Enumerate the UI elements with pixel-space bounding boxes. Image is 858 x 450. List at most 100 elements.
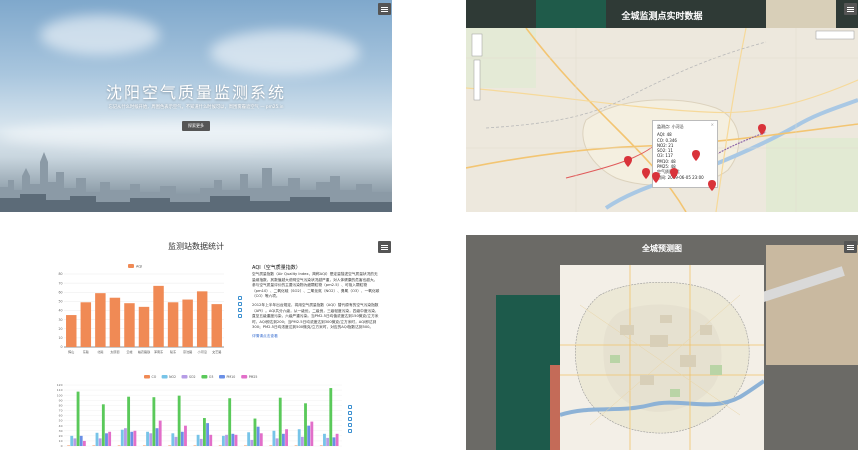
pollutant-bar: [206, 423, 210, 446]
pollutant-bar: [269, 445, 273, 446]
pollutant-bar: [285, 429, 288, 446]
legend-swatch: [161, 375, 168, 379]
pollutant-bar: [234, 434, 238, 446]
menu-icon[interactable]: [844, 3, 857, 15]
legend-swatch: [144, 375, 150, 379]
pollutant-bar: [218, 445, 222, 446]
prediction-map[interactable]: [559, 265, 766, 450]
pollutant-bar: [278, 397, 282, 446]
x-tick-label: 东陵: [83, 349, 89, 354]
pollutant-bar: [326, 437, 330, 446]
explore-more-button[interactable]: 探索更多: [182, 121, 210, 131]
hero-title: 沈阳空气质量监测系统: [105, 83, 286, 102]
y-tick-label: 10: [58, 336, 62, 340]
pollutant-bar: [256, 426, 260, 446]
pollutant-bar: [319, 445, 323, 446]
y-tick-label: 110: [57, 388, 63, 392]
pollutant-bar: [133, 430, 137, 446]
map-marker-icon: [758, 124, 766, 135]
pollutant-bar: [259, 433, 263, 446]
pollutant-bar: [127, 396, 131, 446]
pollutant-bar: [231, 433, 235, 446]
aqi-bar: [109, 297, 121, 347]
pollutant-bar: [184, 425, 187, 446]
y-tick-label: 80: [58, 272, 62, 276]
chart-toolbox: [348, 405, 352, 433]
refresh-icon[interactable]: [348, 423, 352, 427]
map-marker-icon: [708, 180, 716, 191]
prediction-title: 全城预测图: [642, 244, 682, 253]
y-tick-label: 60: [59, 414, 63, 418]
aqi-heading: AQI（空气质量指数）: [252, 265, 301, 271]
pollutant-bar: [310, 421, 314, 446]
x-tick-label: 裕农路铁: [138, 349, 150, 354]
aqi-bar: [80, 302, 92, 347]
pollutant-bar: [247, 432, 251, 446]
x-tick-label: 辉山: [68, 349, 74, 354]
x-tick-label: 北陵: [97, 349, 103, 354]
y-tick-label: 20: [58, 327, 62, 331]
chart-toolbox: [238, 296, 242, 318]
pollutant-bar: [244, 445, 247, 446]
y-tick-label: 50: [58, 300, 62, 304]
pollutant-bar: [101, 404, 105, 446]
pollutant-bar: [152, 397, 156, 446]
menu-icon[interactable]: [378, 241, 391, 253]
legend-swatch: [181, 375, 188, 379]
stack-icon[interactable]: [348, 417, 352, 421]
prediction-section: 全城预测图: [466, 235, 858, 450]
map-marker-icon: [624, 156, 632, 167]
pollutant-bar: [82, 440, 86, 446]
station-markers: [624, 124, 766, 191]
details-link[interactable]: 详情请点击查看: [252, 334, 380, 340]
legend-swatch: [219, 375, 225, 379]
stats-section: 监测站数据统计 AQI 0 10 20 30 40 50 60 70 80 辉山 东陵 北陵 太原街 云峰裕…: [0, 235, 392, 450]
legend-swatch: [128, 264, 134, 268]
pollutant-bar: [225, 434, 228, 446]
y-tick-label: 40: [58, 309, 62, 313]
pollutant-bar: [297, 429, 301, 446]
map-marker-icon: [670, 168, 678, 179]
pollutant-bar: [168, 445, 172, 446]
menu-icon[interactable]: [844, 241, 857, 253]
realtime-map-title: 全城监测点实时数据: [621, 12, 703, 22]
city-map[interactable]: × 监测点: 小河沿 AQI: 48 CO: 0.346 NO2: 21 SO2…: [466, 27, 858, 212]
pollutant-bar: [332, 437, 336, 446]
pollutant-bar: [307, 425, 311, 446]
pollutant-bar: [177, 395, 181, 446]
pollutant-bar: [272, 430, 276, 446]
y-tick-label: 50: [59, 419, 63, 423]
legend-label: NO2: [169, 375, 176, 379]
aqi-bar: [196, 291, 208, 347]
pollutant-bar: [108, 431, 112, 446]
y-tick-label: 0: [60, 345, 62, 349]
legend-label: O3: [209, 375, 214, 379]
pollutant-bar: [253, 418, 257, 446]
legend-swatch: [201, 375, 208, 379]
pollutant-bar: [196, 434, 200, 446]
save-image-icon[interactable]: [238, 314, 242, 318]
line-chart-icon[interactable]: [348, 411, 352, 415]
legend-label: SO2: [189, 375, 196, 379]
pollutant-bar: [323, 433, 326, 446]
map-marker-icon: [652, 172, 660, 183]
pollutant-bar: [76, 391, 80, 446]
x-tick-label: 陵东: [170, 349, 176, 354]
map-marker-icon: [692, 150, 700, 161]
data-view-icon[interactable]: [238, 296, 242, 300]
x-tick-label: 云峰: [126, 349, 132, 354]
pollutant-bar: [221, 435, 225, 446]
aqi-bar: [153, 285, 164, 347]
save-image-icon[interactable]: [348, 429, 352, 433]
data-view-icon[interactable]: [348, 405, 352, 409]
y-tick-label: 100: [57, 393, 63, 397]
pollutant-bar: [130, 431, 134, 446]
bar-chart-icon[interactable]: [238, 302, 242, 306]
menu-icon[interactable]: [378, 3, 391, 15]
map-marker-icon: [642, 168, 650, 179]
pollutant-bar: [300, 436, 304, 446]
refresh-icon[interactable]: [238, 308, 242, 312]
pollutant-bar: [120, 429, 124, 446]
y-tick-label: 0: [61, 444, 63, 448]
legend-label: PM10: [227, 375, 236, 379]
